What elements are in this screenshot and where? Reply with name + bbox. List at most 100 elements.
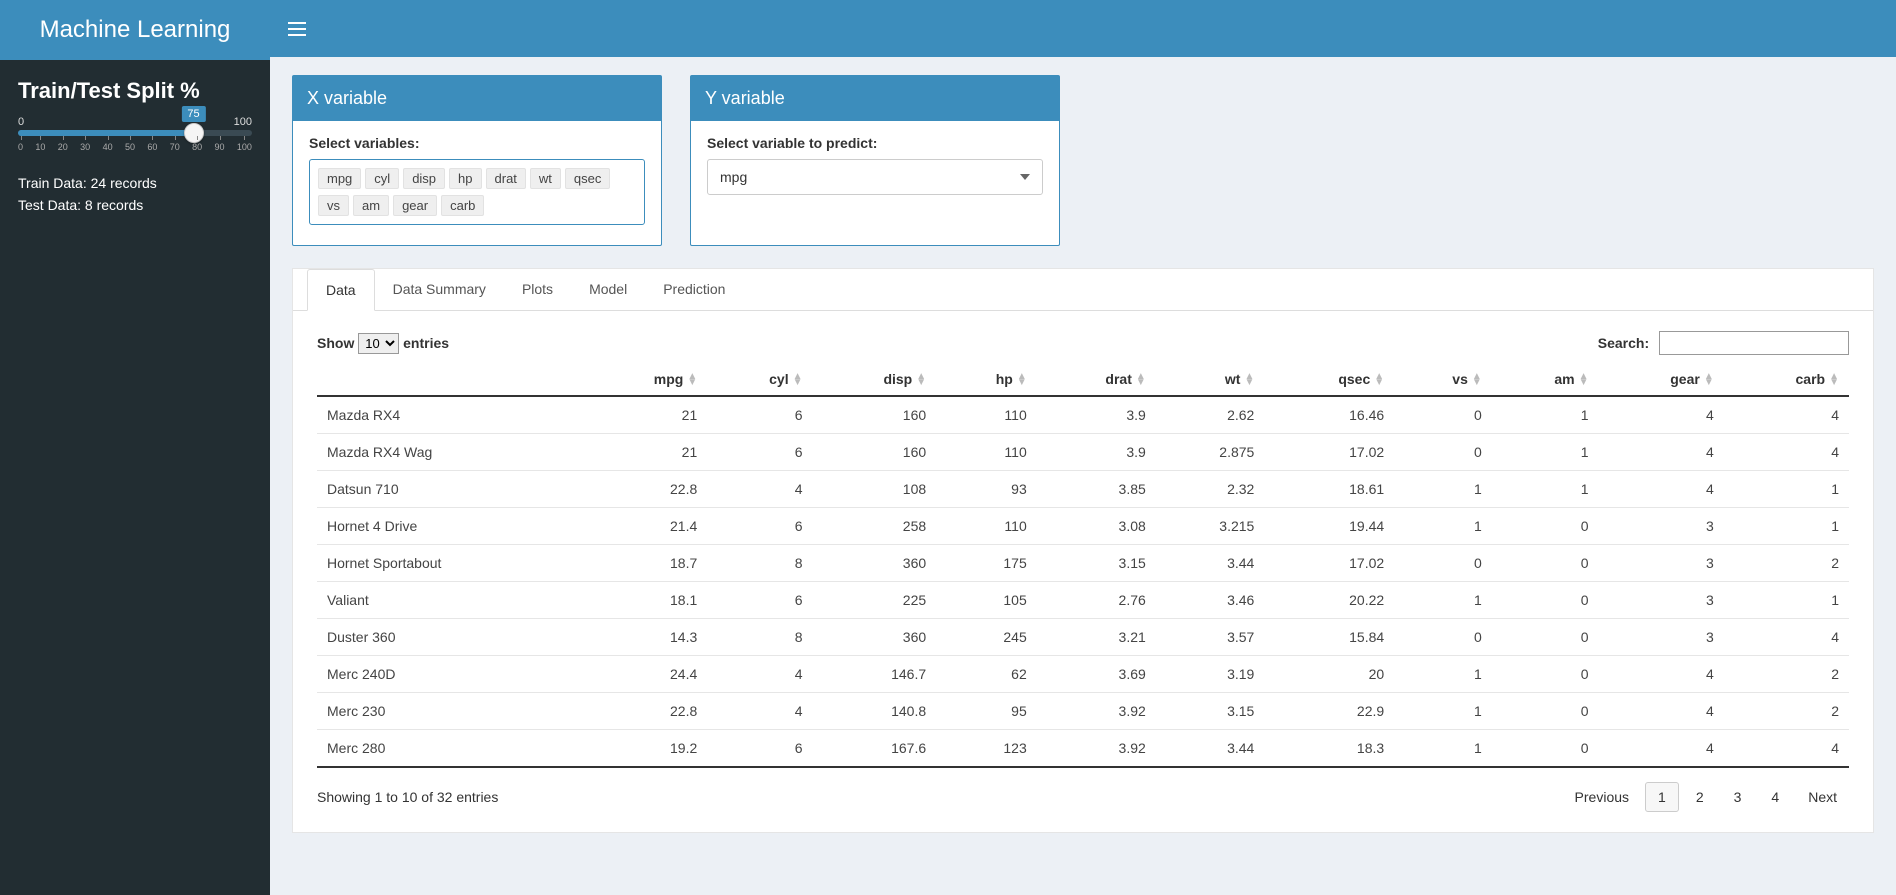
x-chip-am[interactable]: am (353, 195, 389, 216)
cell: 1 (1394, 656, 1492, 693)
col-wt[interactable]: wt▲▼ (1156, 363, 1265, 396)
cell: 1 (1724, 508, 1849, 545)
sort-icon: ▲▼ (1136, 374, 1146, 386)
col-am[interactable]: am▲▼ (1492, 363, 1599, 396)
x-chip-vs[interactable]: vs (318, 195, 349, 216)
col-mpg[interactable]: mpg▲▼ (582, 363, 707, 396)
sort-icon: ▲▼ (1374, 374, 1384, 386)
cell: 0 (1492, 582, 1599, 619)
pagination: Previous1234Next (1563, 782, 1849, 812)
cell: 0 (1394, 434, 1492, 471)
col-disp[interactable]: disp▲▼ (813, 363, 937, 396)
x-chip-disp[interactable]: disp (403, 168, 445, 189)
col-carb[interactable]: carb▲▼ (1724, 363, 1849, 396)
cell: 3.69 (1037, 656, 1156, 693)
hamburger-icon[interactable] (288, 22, 306, 36)
length-select[interactable]: 10 (358, 333, 399, 354)
x-variable-chips[interactable]: mpgcyldisphpdratwtqsec vsamgearcarb (309, 159, 645, 225)
table-row: Hornet 4 Drive21.462581103.083.21519.441… (317, 508, 1849, 545)
cell: 93 (936, 471, 1037, 508)
cell: Mazda RX4 (317, 396, 582, 434)
x-chip-cyl[interactable]: cyl (365, 168, 399, 189)
tab-prediction[interactable]: Prediction (645, 269, 743, 310)
y-variable-select[interactable]: mpg (707, 159, 1043, 195)
show-prefix: Show (317, 335, 354, 351)
x-chip-hp[interactable]: hp (449, 168, 481, 189)
x-chip-gear[interactable]: gear (393, 195, 437, 216)
col-drat[interactable]: drat▲▼ (1037, 363, 1156, 396)
cell: 1 (1394, 508, 1492, 545)
x-box-label: Select variables: (309, 135, 645, 151)
page-2[interactable]: 2 (1683, 782, 1717, 812)
cell: 4 (1724, 619, 1849, 656)
slider-handle[interactable] (184, 123, 204, 143)
cell: 146.7 (813, 656, 937, 693)
col-name[interactable] (317, 363, 582, 396)
cell: 3.44 (1156, 545, 1265, 582)
tab-plots[interactable]: Plots (504, 269, 571, 310)
page-4[interactable]: 4 (1758, 782, 1792, 812)
cell: 225 (813, 582, 937, 619)
cell: 4 (1724, 396, 1849, 434)
search-input[interactable] (1659, 331, 1849, 355)
x-chip-mpg[interactable]: mpg (318, 168, 361, 189)
col-vs[interactable]: vs▲▼ (1394, 363, 1492, 396)
cell: Merc 280 (317, 730, 582, 768)
cell: 22.9 (1264, 693, 1394, 730)
split-slider[interactable]: 0 100 75 0102030405060708090100 (18, 116, 252, 152)
cell: 18.7 (582, 545, 707, 582)
x-chip-wt[interactable]: wt (530, 168, 561, 189)
slider-tick: 20 (58, 142, 68, 152)
table-header-row: mpg▲▼cyl▲▼disp▲▼hp▲▼drat▲▼wt▲▼qsec▲▼vs▲▼… (317, 363, 1849, 396)
x-variable-box: X variable Select variables: mpgcyldisph… (292, 75, 662, 246)
sort-icon: ▲▼ (687, 374, 697, 386)
cell: 160 (813, 434, 937, 471)
sort-icon: ▲▼ (1704, 374, 1714, 386)
slider-title: Train/Test Split % (18, 78, 252, 104)
cell: 20.22 (1264, 582, 1394, 619)
table-row: Duster 36014.383602453.213.5715.840034 (317, 619, 1849, 656)
x-chip-qsec[interactable]: qsec (565, 168, 610, 189)
cell: 0 (1492, 730, 1599, 768)
search-label: Search: (1598, 335, 1649, 351)
x-chip-drat[interactable]: drat (486, 168, 526, 189)
page-3[interactable]: 3 (1721, 782, 1755, 812)
tabs: DataData SummaryPlotsModelPrediction (293, 269, 1873, 311)
cell: 3.92 (1037, 693, 1156, 730)
page-1[interactable]: 1 (1645, 782, 1679, 812)
cell: 0 (1492, 656, 1599, 693)
cell: 3.15 (1156, 693, 1265, 730)
x-chip-carb[interactable]: carb (441, 195, 484, 216)
sidebar: Machine Learning Train/Test Split % 0 10… (0, 0, 270, 895)
slider-tick: 50 (125, 142, 135, 152)
cell: 4 (1599, 693, 1724, 730)
main-panel: DataData SummaryPlotsModelPrediction Sho… (292, 268, 1874, 833)
sort-icon: ▲▼ (793, 374, 803, 386)
tab-model[interactable]: Model (571, 269, 645, 310)
col-cyl[interactable]: cyl▲▼ (707, 363, 812, 396)
cell: 2.76 (1037, 582, 1156, 619)
slider-tick: 0 (18, 142, 23, 152)
col-gear[interactable]: gear▲▼ (1599, 363, 1724, 396)
tab-data[interactable]: Data (307, 269, 375, 311)
cell: Merc 230 (317, 693, 582, 730)
tab-data-summary[interactable]: Data Summary (375, 269, 504, 310)
slider-track[interactable]: 75 (18, 130, 252, 136)
sort-icon: ▲▼ (1829, 374, 1839, 386)
cell: 3 (1599, 545, 1724, 582)
cell: 1 (1492, 396, 1599, 434)
col-hp[interactable]: hp▲▼ (936, 363, 1037, 396)
table-row: Merc 240D24.44146.7623.693.19201042 (317, 656, 1849, 693)
page-previous[interactable]: Previous (1563, 783, 1641, 811)
cell: 0 (1394, 619, 1492, 656)
cell: 1 (1394, 730, 1492, 768)
col-qsec[interactable]: qsec▲▼ (1264, 363, 1394, 396)
cell: 1 (1394, 471, 1492, 508)
cell: 8 (707, 619, 812, 656)
page-next[interactable]: Next (1796, 783, 1849, 811)
search-control: Search: (1598, 331, 1849, 355)
table-row: Merc 23022.84140.8953.923.1522.91042 (317, 693, 1849, 730)
cell: 3 (1599, 508, 1724, 545)
table-row: Valiant18.162251052.763.4620.221031 (317, 582, 1849, 619)
cell: 258 (813, 508, 937, 545)
